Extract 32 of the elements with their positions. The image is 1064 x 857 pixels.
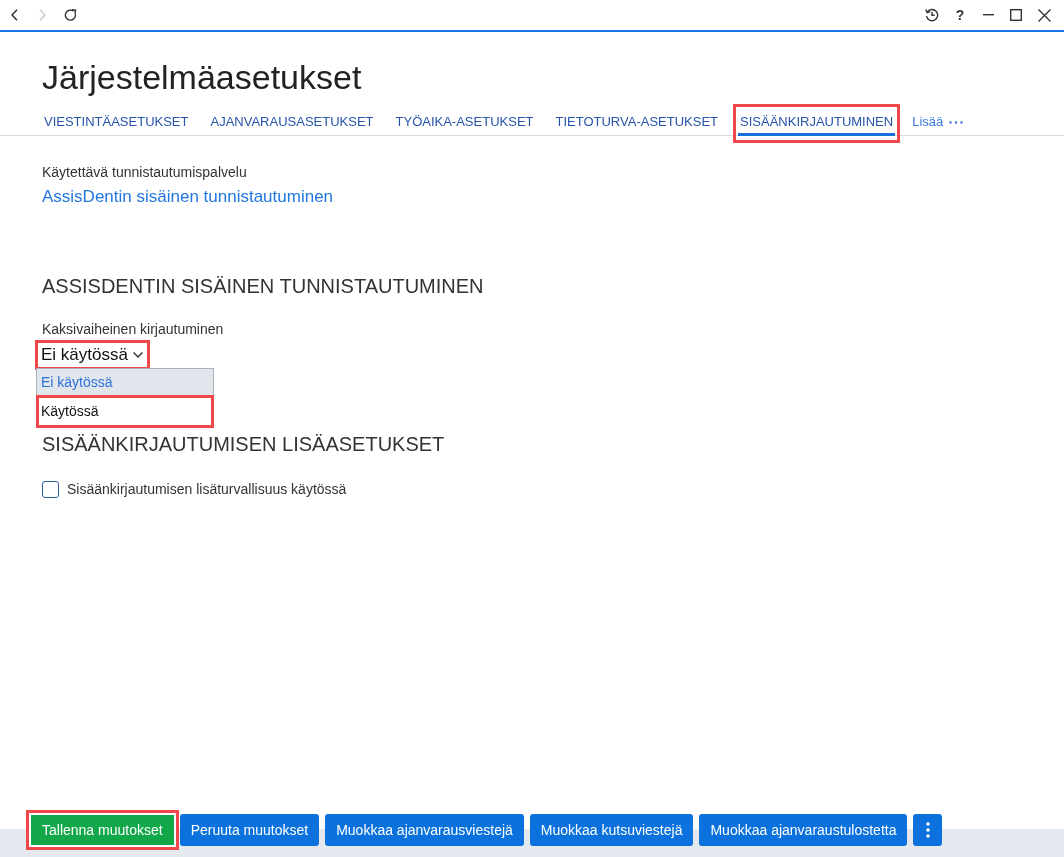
field-label: Käytettävä tunnistautumispalvelu — [42, 163, 248, 181]
page-title: Järjestelmäasetukset — [42, 57, 363, 97]
edit-button[interactable]: Muokkaa ajanvarausviestejä — [325, 814, 524, 846]
tab[interactable]: SISÄÄNKIRJAUTUMINEN — [733, 104, 901, 143]
tab[interactable]: AJANVARAUSASETUKSET — [203, 104, 381, 143]
reload-icon — [63, 8, 77, 22]
cancel-button[interactable]: Peruuta muutokset — [179, 814, 320, 846]
dropdown-option[interactable]: Ei käytössä — [37, 369, 213, 395]
tab[interactable]: VIESTINTÄASETUKSET — [37, 104, 196, 143]
help-button[interactable]: ? — [946, 1, 974, 29]
minimize-icon — [982, 14, 994, 16]
auth-service-link[interactable]: AssisDentin sisäinen tunnistautuminen — [42, 186, 334, 208]
tab[interactable]: TYÖAIKA-ASETUKSET — [388, 104, 541, 143]
checkbox[interactable] — [42, 480, 59, 498]
back-icon — [10, 9, 18, 21]
more-menu-button[interactable] — [913, 814, 943, 846]
more-tabs-button[interactable]: Lisää — [908, 111, 964, 133]
checkbox-label: Sisäänkirjautumisen lisäturvallisuus käytössä — [67, 480, 347, 498]
field-label: Kaksivaiheinen kirjautuminen — [42, 320, 225, 338]
section-heading: SISÄÄNKIRJAUTUMISEN LISÄASETUKSET — [42, 432, 446, 457]
kebab-icon — [925, 822, 930, 838]
dropdown-option[interactable]: Käytössä — [36, 395, 214, 428]
maximize-icon — [1010, 9, 1022, 21]
forward-icon — [38, 9, 46, 21]
section-heading: ASSISDENTIN SISÄINEN TUNNISTAUTUMINEN — [42, 274, 485, 299]
edit-button[interactable]: Muokkaa ajanvaraustulostetta — [699, 814, 908, 846]
history-icon — [925, 8, 939, 22]
edit-button[interactable]: Muokkaa kutsuviestejä — [529, 814, 694, 846]
ellipsis-icon — [949, 120, 964, 124]
chevron-down-icon — [132, 352, 143, 358]
close-icon — [1037, 8, 1051, 22]
tab[interactable]: TIETOTURVA-ASETUKSET — [548, 104, 726, 143]
